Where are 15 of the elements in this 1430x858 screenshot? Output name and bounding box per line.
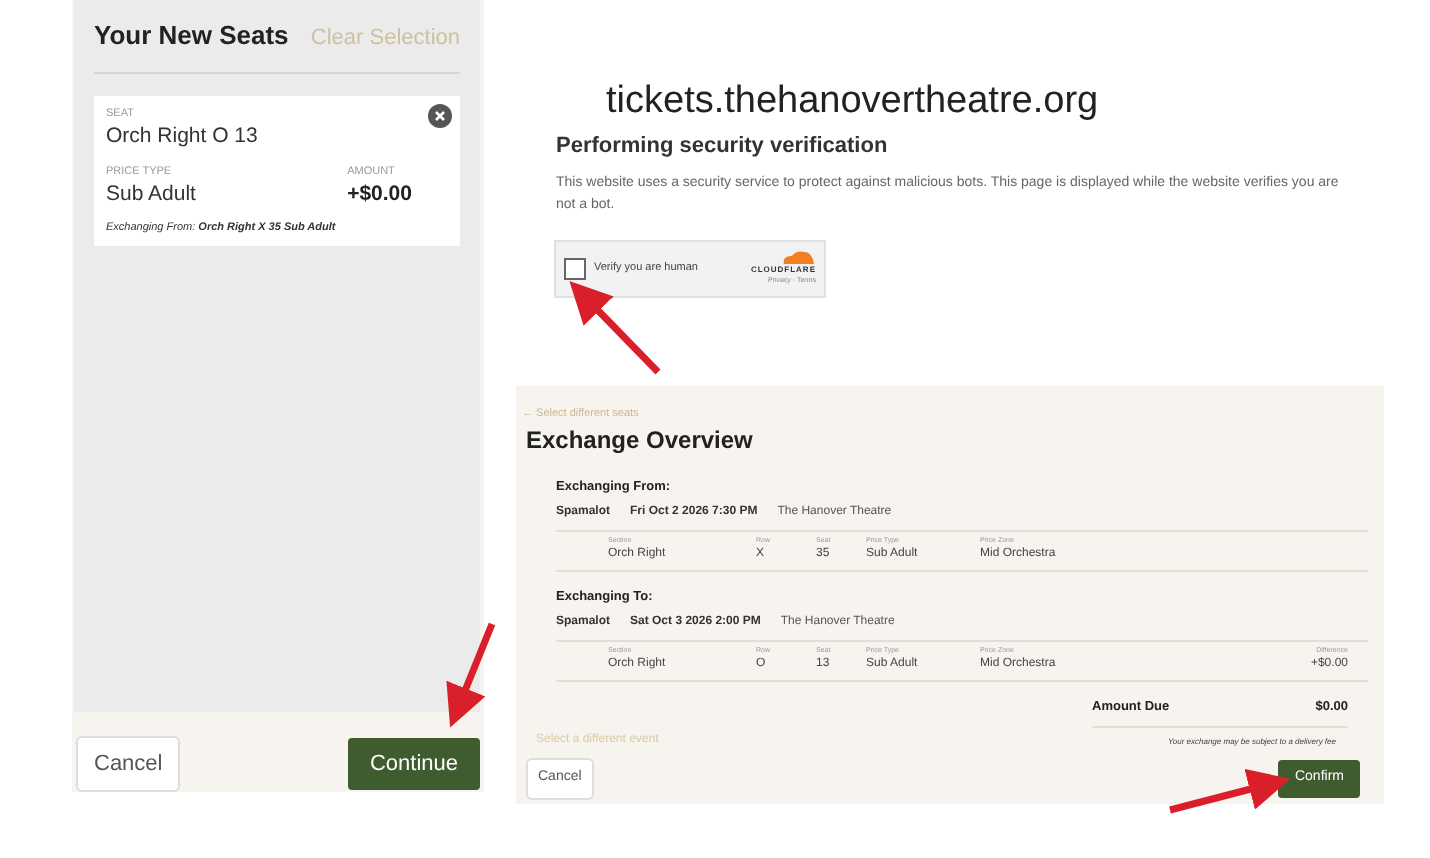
primary-button[interactable]: Continue [347,737,480,790]
panel-title: Your New Seats [94,18,289,54]
arrow-icon [569,280,661,375]
domain-heading: tickets.thehanovertheatre.org [606,80,1101,124]
cloud-icon [780,249,816,264]
exchange-title: Exchange Overview [526,424,755,459]
secondary-button[interactable]: Cancel [76,735,181,792]
price-type-value: Sub Adult [106,179,196,210]
seat-value: Orch Right O 13 [106,121,260,152]
checkbox[interactable] [564,257,586,279]
amount-value: +$0.00 [347,179,412,210]
arrow-icon [446,622,496,728]
verification-heading: Performing security verification [556,132,890,162]
arrow-icon [1169,768,1291,814]
close-icon[interactable] [428,103,452,127]
